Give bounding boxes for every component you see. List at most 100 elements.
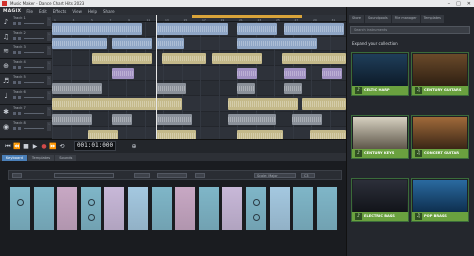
add-button[interactable]: ⊕ [130, 143, 138, 151]
mute-button[interactable] [13, 51, 16, 54]
audio-clip[interactable] [237, 68, 257, 79]
instrument-tile[interactable]: ♫ CENTURY GUITARS [411, 52, 469, 96]
audio-clip[interactable] [52, 98, 182, 110]
track-expand-icon[interactable]: › [47, 122, 51, 131]
tab-store[interactable]: Store [349, 15, 364, 23]
mute-button[interactable] [13, 22, 16, 25]
record-button[interactable]: ● [40, 143, 48, 151]
arrangement-area[interactable] [52, 22, 346, 139]
audio-clip[interactable] [112, 114, 132, 125]
pad-key[interactable] [174, 186, 197, 231]
audio-clip[interactable] [237, 130, 283, 139]
track-expand-icon[interactable]: › [47, 61, 51, 70]
pad-key[interactable] [103, 186, 126, 231]
chord-button[interactable] [134, 173, 150, 178]
instrument-tile[interactable]: ♫ CONCERT GUITAR [411, 115, 469, 159]
track-name[interactable]: Track 1 [13, 16, 26, 20]
volume-slider[interactable] [24, 67, 44, 68]
octave-down-button[interactable] [12, 173, 22, 178]
mute-button[interactable] [13, 66, 16, 69]
mute-button[interactable] [13, 37, 16, 40]
volume-slider[interactable] [24, 128, 44, 129]
close-button[interactable]: ✕ [467, 1, 471, 7]
audio-clip[interactable] [162, 53, 206, 64]
audio-clip[interactable] [237, 23, 277, 35]
rewind-button[interactable]: ⏪ [13, 143, 21, 151]
pad-key[interactable] [221, 186, 244, 231]
instrument-tile[interactable]: ♪ ELECTRIC BASS [351, 178, 409, 222]
audio-clip[interactable] [310, 130, 346, 139]
audio-clip[interactable] [52, 114, 92, 125]
pad-key[interactable] [79, 186, 102, 231]
mute-button[interactable] [13, 112, 16, 115]
instrument-tile[interactable]: ♪ CELTIC HARP [351, 52, 409, 96]
track-header[interactable]: ⊕ Track 4 › [0, 59, 52, 74]
solo-button[interactable] [18, 22, 21, 25]
track-header[interactable]: ♩ Track 6 › [0, 89, 52, 105]
audio-clip[interactable] [322, 68, 342, 79]
track-header[interactable]: ◉ Track 8 › [0, 120, 52, 139]
audio-clip[interactable] [282, 53, 346, 64]
track-header[interactable]: ♫ Track 2 › [0, 30, 52, 44]
audio-clip[interactable] [237, 38, 317, 49]
rewind-start-button[interactable]: ⏮ [4, 143, 12, 151]
audio-clip[interactable] [292, 114, 322, 125]
minimize-button[interactable]: – [448, 1, 451, 7]
stop-button[interactable]: ■ [22, 143, 30, 151]
volume-slider[interactable] [24, 52, 44, 53]
solo-button[interactable] [18, 112, 21, 115]
maximize-button[interactable]: □ [456, 1, 461, 7]
audio-clip[interactable] [228, 114, 276, 125]
solo-button[interactable] [18, 81, 21, 84]
track-header[interactable]: ✱ Track 7 › [0, 105, 52, 120]
track-header[interactable]: ≋ Track 3 › [0, 44, 52, 59]
track-expand-icon[interactable]: › [47, 32, 51, 41]
scale-dropdown[interactable]: Scale: Major [254, 173, 296, 178]
octave-select[interactable]: C3 [301, 173, 315, 178]
audio-clip[interactable] [156, 114, 192, 125]
pad-key[interactable] [56, 186, 79, 231]
solo-button[interactable] [18, 37, 21, 40]
solo-button[interactable] [18, 127, 21, 130]
audio-clip[interactable] [112, 38, 152, 49]
track-header[interactable]: ♬ Track 5 › [0, 74, 52, 89]
timeline-ruler[interactable]: 1 3 5 7 9 11 13 15 17 19 21 23 25 27 29 31 [52, 15, 346, 22]
audio-clip[interactable] [88, 130, 118, 139]
audio-clip[interactable] [302, 98, 346, 110]
audio-clip[interactable] [156, 130, 196, 139]
audio-clip[interactable] [228, 98, 298, 110]
audio-clip[interactable] [92, 53, 152, 64]
track-name[interactable]: Track 3 [13, 45, 26, 49]
instrument-tile[interactable]: ♫ POP BRASS [411, 178, 469, 222]
search-input[interactable]: Search instruments [350, 26, 470, 34]
play-button[interactable]: ▶ [31, 143, 39, 151]
pad-key[interactable] [9, 186, 31, 231]
mute-button[interactable] [13, 96, 16, 99]
track-name[interactable]: Track 4 [13, 60, 26, 64]
tab-soundpools[interactable]: Soundpools [364, 15, 391, 23]
track-expand-icon[interactable]: › [47, 107, 51, 116]
pad-key[interactable] [127, 186, 149, 231]
pad-key[interactable] [32, 186, 55, 231]
mode-button[interactable] [157, 173, 187, 178]
audio-clip[interactable] [284, 68, 306, 79]
volume-slider[interactable] [24, 38, 44, 39]
scale-slider[interactable] [54, 173, 114, 178]
fast-forward-button[interactable]: ⏩ [49, 143, 57, 151]
audio-clip[interactable] [156, 23, 228, 35]
tab-templates-right[interactable]: Templates [420, 15, 444, 23]
tab-file-manager[interactable]: File manager [391, 15, 420, 23]
audio-clip[interactable] [156, 83, 186, 94]
menu-help[interactable]: Help [88, 9, 97, 14]
solo-button[interactable] [18, 96, 21, 99]
pad-key[interactable] [245, 186, 267, 231]
audio-clip[interactable] [52, 83, 102, 94]
volume-slider[interactable] [24, 23, 44, 24]
pad-key[interactable] [292, 186, 315, 231]
menu-file[interactable]: File [26, 9, 33, 14]
pad-key[interactable] [150, 186, 173, 231]
loop-range[interactable] [192, 15, 302, 18]
audio-clip[interactable] [52, 23, 142, 35]
track-name[interactable]: Track 6 [13, 90, 26, 94]
solo-button[interactable] [18, 51, 21, 54]
